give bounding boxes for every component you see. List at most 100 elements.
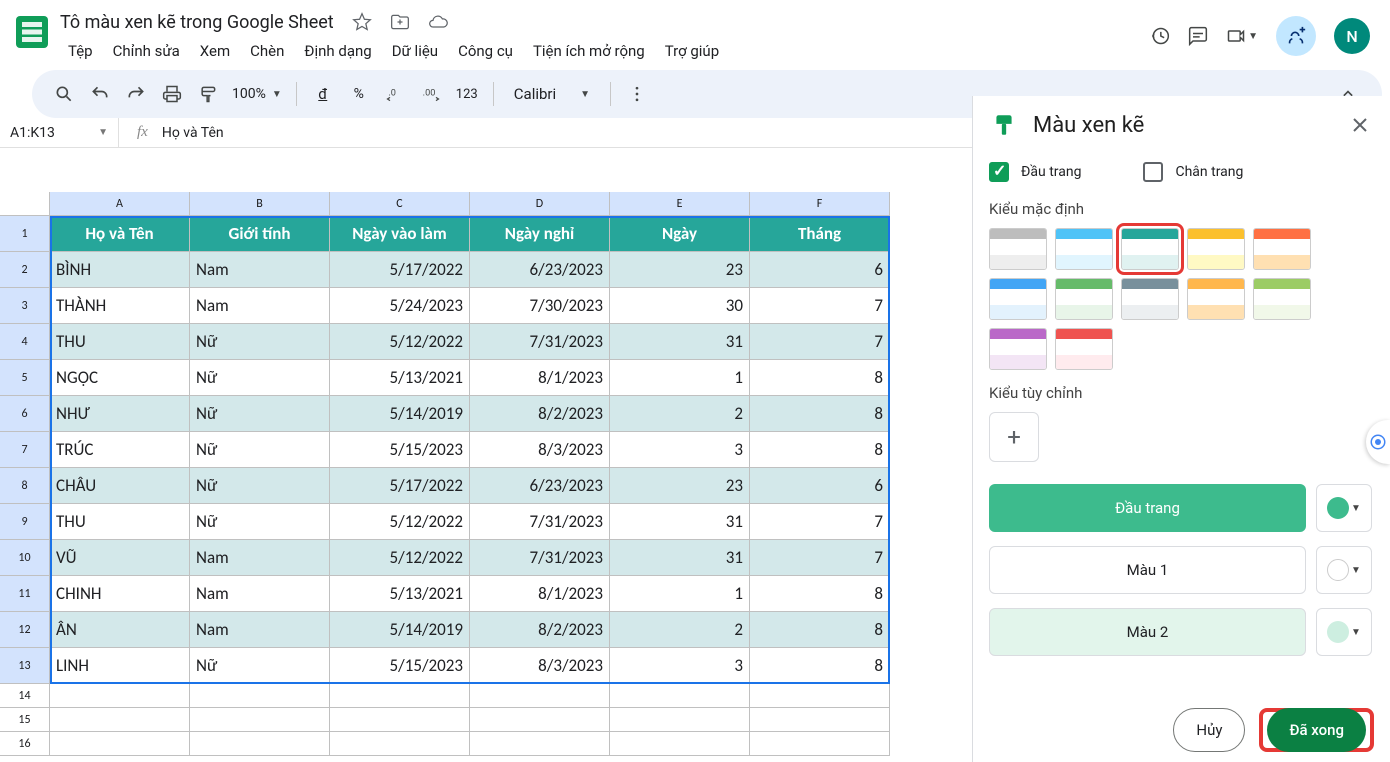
redo-icon[interactable] bbox=[120, 76, 152, 112]
style-swatch[interactable] bbox=[1121, 278, 1179, 320]
comment-icon[interactable] bbox=[1188, 26, 1208, 46]
cell[interactable]: 7/30/2023 bbox=[470, 288, 610, 324]
history-icon[interactable] bbox=[1150, 26, 1170, 46]
cell[interactable]: 5/17/2022 bbox=[330, 252, 470, 288]
cell[interactable]: 2 bbox=[610, 396, 750, 432]
cell[interactable]: 23 bbox=[610, 252, 750, 288]
done-button[interactable]: Đã xong bbox=[1267, 708, 1366, 752]
cell[interactable]: TRÚC bbox=[50, 432, 190, 468]
cell[interactable] bbox=[190, 684, 330, 708]
cell[interactable]: 5/15/2023 bbox=[330, 432, 470, 468]
row-header[interactable]: 10 bbox=[0, 540, 50, 576]
row-header[interactable]: 13 bbox=[0, 648, 50, 684]
row-header[interactable]: 11 bbox=[0, 576, 50, 612]
cell[interactable]: 31 bbox=[610, 324, 750, 360]
doc-title[interactable]: Tô màu xen kẽ trong Google Sheet bbox=[60, 12, 334, 33]
star-icon[interactable] bbox=[352, 12, 372, 32]
close-panel-icon[interactable] bbox=[1348, 113, 1372, 137]
cell[interactable]: THÀNH bbox=[50, 288, 190, 324]
cloud-icon[interactable] bbox=[428, 12, 448, 32]
cell[interactable] bbox=[190, 708, 330, 732]
cell[interactable]: 6/23/2023 bbox=[470, 252, 610, 288]
row-header[interactable]: 4 bbox=[0, 324, 50, 360]
cell[interactable]: CHINH bbox=[50, 576, 190, 612]
row-header[interactable]: 9 bbox=[0, 504, 50, 540]
cell[interactable]: 7/31/2023 bbox=[470, 540, 610, 576]
cell[interactable] bbox=[470, 708, 610, 732]
cell[interactable]: 5/24/2023 bbox=[330, 288, 470, 324]
row-header[interactable]: 8 bbox=[0, 468, 50, 504]
cell[interactable]: VŨ bbox=[50, 540, 190, 576]
style-swatch[interactable] bbox=[1253, 228, 1311, 270]
paint-format-icon[interactable] bbox=[192, 76, 224, 112]
cell[interactable]: 3 bbox=[610, 648, 750, 684]
cell[interactable]: 23 bbox=[610, 468, 750, 504]
cell[interactable] bbox=[190, 732, 330, 756]
footer-checkbox[interactable]: Chân trang bbox=[1143, 162, 1243, 182]
header-checkbox[interactable]: Đầu trang bbox=[989, 162, 1081, 182]
cell[interactable] bbox=[50, 708, 190, 732]
cell[interactable] bbox=[330, 684, 470, 708]
cell[interactable]: BÌNH bbox=[50, 252, 190, 288]
cell[interactable] bbox=[330, 732, 470, 756]
cell[interactable] bbox=[50, 684, 190, 708]
row-header[interactable]: 16 bbox=[0, 732, 50, 756]
col-header-f[interactable]: F bbox=[750, 192, 890, 216]
number-format-icon[interactable]: 123 bbox=[451, 76, 483, 112]
cell[interactable]: 1 bbox=[610, 360, 750, 396]
cell[interactable]: 8 bbox=[750, 576, 890, 612]
currency-icon[interactable]: đ bbox=[307, 76, 339, 112]
style-swatch[interactable] bbox=[989, 228, 1047, 270]
menu-data[interactable]: Dữ liệu bbox=[384, 38, 446, 64]
cell[interactable]: 7 bbox=[750, 540, 890, 576]
cell[interactable]: 8 bbox=[750, 612, 890, 648]
cell[interactable]: THU bbox=[50, 324, 190, 360]
meet-button[interactable]: ▼ bbox=[1226, 26, 1258, 46]
table-header[interactable]: Tháng bbox=[750, 216, 890, 252]
style-swatch[interactable] bbox=[1253, 278, 1311, 320]
cell[interactable]: Nam bbox=[190, 576, 330, 612]
row-header[interactable]: 12 bbox=[0, 612, 50, 648]
header-color-picker[interactable]: ▼ bbox=[1316, 484, 1372, 532]
increase-decimal-icon[interactable]: .00 bbox=[415, 76, 447, 112]
menu-extensions[interactable]: Tiện ích mở rộng bbox=[525, 38, 653, 64]
row-header[interactable]: 3 bbox=[0, 288, 50, 324]
row-header[interactable]: 1 bbox=[0, 216, 50, 252]
style-swatch[interactable] bbox=[1187, 278, 1245, 320]
cell[interactable]: 5/14/2019 bbox=[330, 396, 470, 432]
cell[interactable]: 7 bbox=[750, 324, 890, 360]
cell[interactable] bbox=[330, 708, 470, 732]
cell[interactable]: 5/17/2022 bbox=[330, 468, 470, 504]
zoom-dropdown[interactable]: 100%▼ bbox=[228, 86, 286, 102]
style-swatch[interactable] bbox=[1187, 228, 1245, 270]
row-header[interactable]: 15 bbox=[0, 708, 50, 732]
cell[interactable]: 7/31/2023 bbox=[470, 324, 610, 360]
formula-bar[interactable]: Họ và Tên bbox=[162, 125, 224, 141]
cell[interactable]: ÂN bbox=[50, 612, 190, 648]
header-color-button[interactable]: Đầu trang bbox=[989, 484, 1306, 532]
cell[interactable]: 5/13/2021 bbox=[330, 576, 470, 612]
style-swatch[interactable] bbox=[1055, 228, 1113, 270]
cancel-button[interactable]: Hủy bbox=[1173, 708, 1245, 752]
name-box[interactable]: A1:K13▼ bbox=[0, 125, 118, 141]
cell[interactable]: Nữ bbox=[190, 504, 330, 540]
style-swatch[interactable] bbox=[989, 328, 1047, 370]
cell[interactable] bbox=[610, 732, 750, 756]
cell[interactable] bbox=[610, 708, 750, 732]
account-avatar[interactable]: N bbox=[1334, 18, 1370, 54]
cell[interactable]: 5/12/2022 bbox=[330, 504, 470, 540]
row-header[interactable]: 14 bbox=[0, 684, 50, 708]
cell[interactable]: Nữ bbox=[190, 360, 330, 396]
cell[interactable]: Nam bbox=[190, 288, 330, 324]
cell[interactable]: Nữ bbox=[190, 324, 330, 360]
menu-help[interactable]: Trợ giúp bbox=[657, 38, 727, 64]
cell[interactable]: THU bbox=[50, 504, 190, 540]
undo-icon[interactable] bbox=[84, 76, 116, 112]
cell[interactable]: 31 bbox=[610, 540, 750, 576]
cell[interactable]: 6 bbox=[750, 468, 890, 504]
table-header[interactable]: Họ và Tên bbox=[50, 216, 190, 252]
decrease-decimal-icon[interactable]: .0 bbox=[379, 76, 411, 112]
menu-edit[interactable]: Chỉnh sửa bbox=[105, 38, 188, 64]
cell[interactable]: Nữ bbox=[190, 396, 330, 432]
cell[interactable]: 6 bbox=[750, 252, 890, 288]
